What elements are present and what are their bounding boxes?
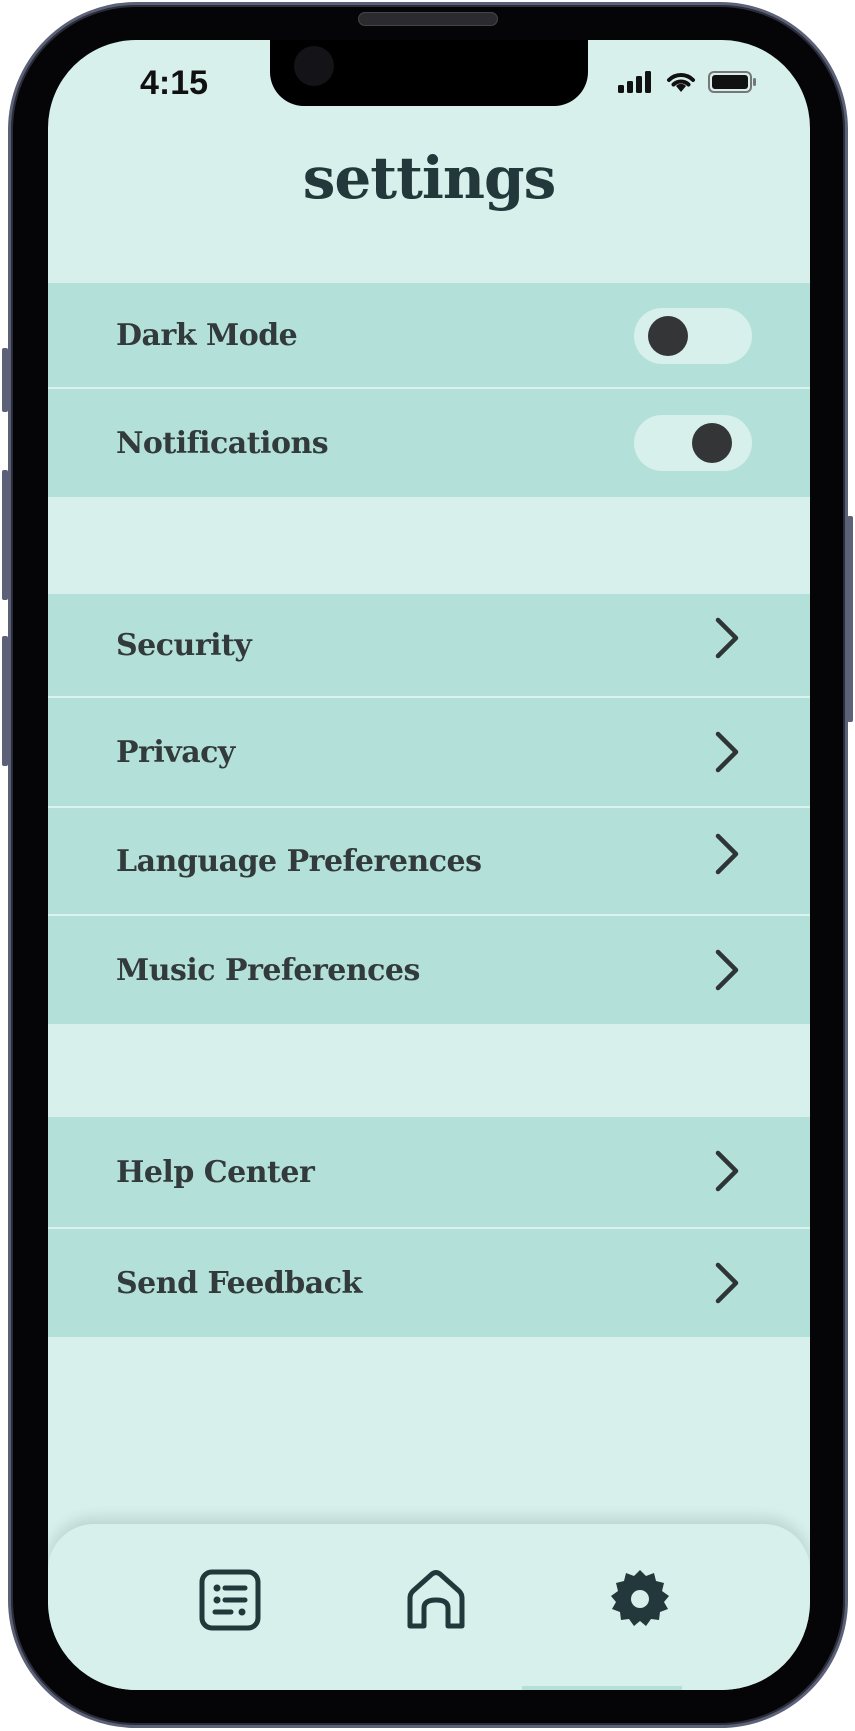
dark-mode-toggle[interactable]	[634, 308, 752, 364]
app-screen: 4:15 settings Dark Mode Notifications Se…	[48, 40, 810, 1690]
menu-item-label: Privacy	[116, 734, 235, 770]
toggle-knob	[692, 423, 732, 463]
chevron-right-icon	[715, 1150, 739, 1192]
menu-item-language-preferences[interactable]: Language Preferences	[48, 808, 810, 916]
status-icons	[618, 70, 758, 94]
notifications-row: Notifications	[48, 389, 810, 497]
chevron-right-icon	[715, 617, 739, 659]
menu-item-label: Help Center	[116, 1154, 315, 1190]
home-indicator	[522, 1686, 682, 1690]
notifications-toggle[interactable]	[634, 415, 752, 471]
battery-icon	[708, 71, 756, 93]
menu-item-label: Music Preferences	[116, 952, 420, 988]
speaker-grille	[358, 12, 498, 26]
menu-item-label: Language Preferences	[116, 843, 482, 879]
preferences-section: Security Privacy Language Preferences Mu…	[48, 594, 810, 1024]
chevron-right-icon	[715, 949, 739, 991]
list-icon[interactable]	[198, 1568, 262, 1632]
menu-item-security[interactable]: Security	[48, 594, 810, 698]
dark-mode-row: Dark Mode	[48, 283, 810, 389]
status-time: 4:15	[140, 64, 209, 102]
menu-item-help-center[interactable]: Help Center	[48, 1117, 810, 1229]
gear-icon[interactable]	[608, 1568, 672, 1632]
menu-item-privacy[interactable]: Privacy	[48, 698, 810, 808]
wifi-icon	[667, 73, 695, 92]
home-icon[interactable]	[404, 1568, 468, 1632]
toggle-knob	[648, 316, 688, 356]
toggle-section: Dark Mode Notifications	[48, 283, 810, 497]
menu-item-music-preferences[interactable]: Music Preferences	[48, 916, 810, 1024]
tab-bar	[48, 1524, 810, 1690]
chevron-right-icon	[715, 833, 739, 875]
front-camera	[294, 46, 334, 86]
chevron-right-icon	[715, 731, 739, 773]
chevron-right-icon	[715, 1262, 739, 1304]
notifications-label: Notifications	[116, 425, 329, 461]
page-title: settings	[302, 144, 557, 212]
support-section: Help Center Send Feedback	[48, 1117, 810, 1337]
dark-mode-label: Dark Mode	[116, 317, 298, 353]
menu-item-label: Send Feedback	[116, 1265, 362, 1301]
signal-icon	[618, 71, 651, 93]
menu-item-send-feedback[interactable]: Send Feedback	[48, 1229, 810, 1337]
menu-item-label: Security	[116, 627, 252, 663]
